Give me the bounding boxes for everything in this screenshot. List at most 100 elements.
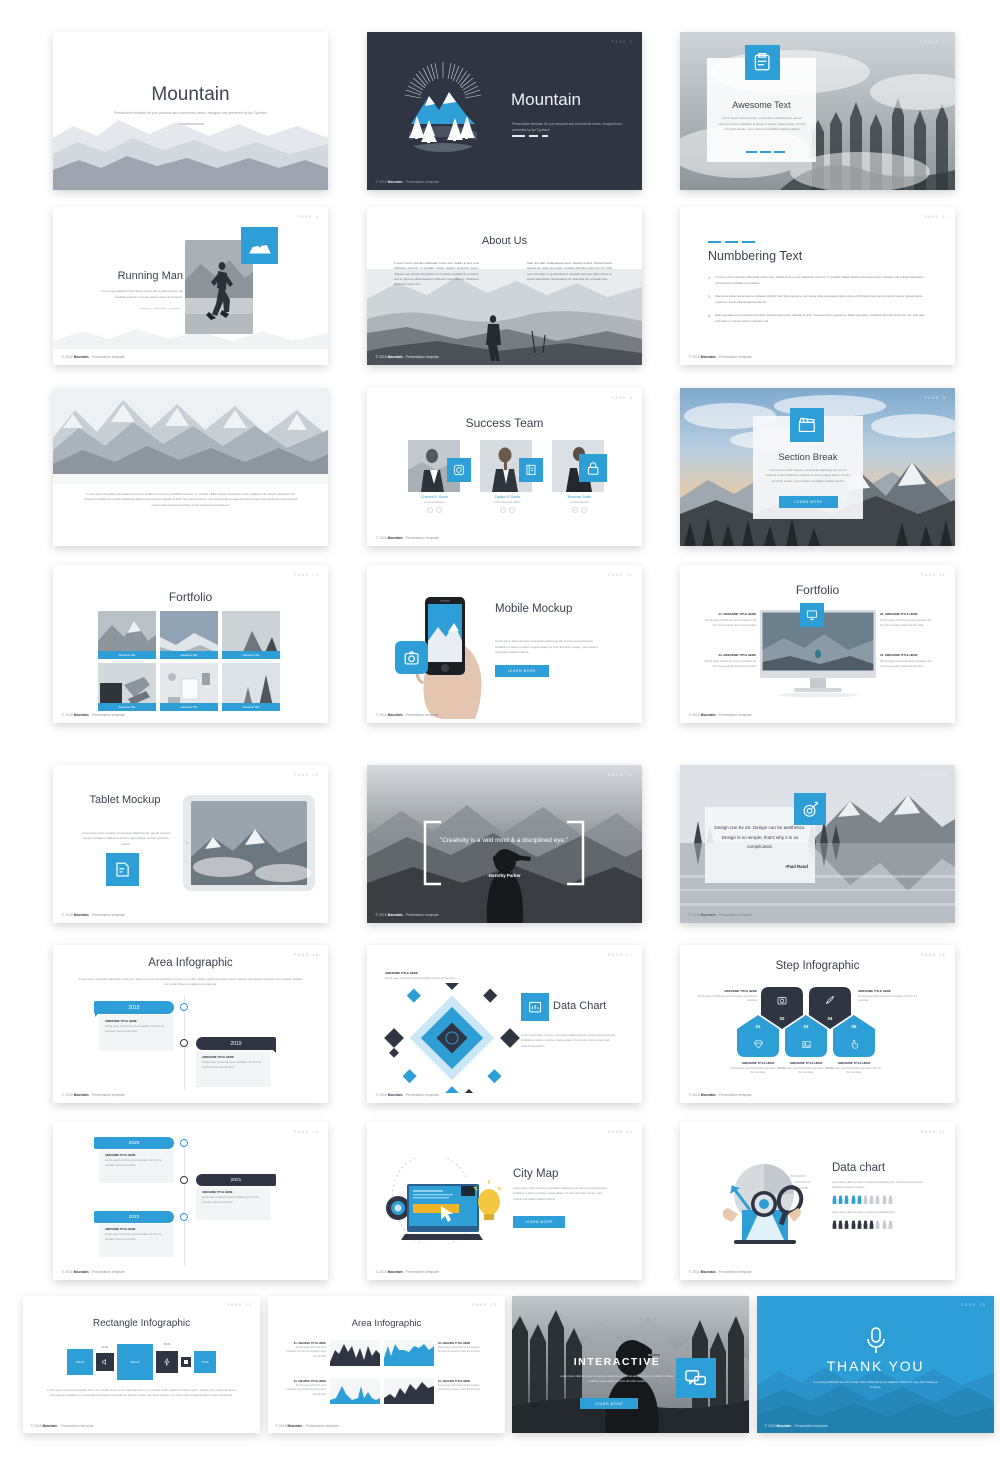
- page-indicator: PAGE 2: [611, 39, 634, 44]
- slide-data-chart-diamond[interactable]: PAGE 17 AWESOME TITLE HERE Far far away,…: [367, 945, 642, 1103]
- slide-snow-full-bleed[interactable]: In enim a arcu imperdiet malesuada. Fusc…: [53, 388, 328, 546]
- chart-block-4: 95.05: [156, 1343, 178, 1373]
- slide-numbering-text[interactable]: PAGE 6 Numbbering Text 1. In enim a arcu…: [680, 207, 955, 365]
- mountain-icon: [241, 227, 278, 264]
- twitter-icon[interactable]: t: [436, 506, 442, 513]
- slide-about-us[interactable]: About Us In enim a arcu imperdiet malesu…: [367, 207, 642, 365]
- list-item: Etiam egestas orci a erat Nulla quis dia…: [715, 314, 925, 323]
- slide-portfolio-grid[interactable]: PAGE 10 Fortfolio Awesome Title Awesome …: [53, 565, 328, 723]
- step-icon-01: [737, 1037, 779, 1055]
- chart-value-2: 60.30: [101, 1346, 109, 1349]
- slide-cover-light[interactable]: Mountain Presentation template for your …: [53, 32, 328, 190]
- analysis-illustration: [722, 1164, 810, 1244]
- people-row-2: [832, 1220, 893, 1229]
- slide-title: Mountain: [511, 90, 581, 109]
- timeline-tail: [272, 1049, 276, 1053]
- slide-step-infographic[interactable]: PAGE 18 Step Infographic 02 04 01 03 05 …: [680, 945, 955, 1103]
- slide-thank-you[interactable]: THANK YOU It is a long established fact …: [757, 1296, 994, 1433]
- facebook-icon[interactable]: f: [500, 506, 506, 513]
- slide-quote-paul[interactable]: Design can be art. Design can be aesthet…: [680, 765, 955, 923]
- portfolio-item[interactable]: Awesome Title: [98, 611, 156, 659]
- square-icon: [184, 1360, 188, 1364]
- pinterest-icon[interactable]: p: [581, 506, 587, 513]
- slide-footer: © 2018 Mountain - Presentation template: [61, 913, 125, 918]
- slide-title: THANK YOU: [826, 1358, 925, 1374]
- rectangle-chart: 130.34 60.30 250.21 95.05 75.26: [67, 1343, 216, 1380]
- slide-mobile-mockup[interactable]: PAGE 11 Mobile Mockup Lorem ipsum dolor …: [367, 565, 642, 723]
- slide-quote-dorothy[interactable]: "Creativity is a wild mind & a disciplin…: [367, 765, 642, 923]
- slide-tablet-mockup[interactable]: PAGE 13 Tablet Mockup Lorem ipsum dolor …: [53, 765, 328, 923]
- tablet-mockup: [183, 795, 315, 891]
- slide-interactive[interactable]: INTERACTIVE Lorem ipsum dolor sit amet, …: [512, 1296, 749, 1433]
- monitor-icon: [800, 603, 824, 627]
- slide-footer: © 2018 Mountain - Presentation template: [688, 1093, 752, 1098]
- list-number: 1.: [708, 275, 712, 280]
- mountain-emblem-icon: [404, 62, 482, 152]
- slide-footer: © 2018 Mountain - Presentation template: [61, 355, 125, 360]
- slide-city-map[interactable]: PAGE 20 City Map Lorem ipsum dolor sit a…: [367, 1122, 642, 1280]
- chart-block-3: 250.21: [117, 1344, 153, 1380]
- slide-footer: © 2018 Mountain - Presentation template: [61, 713, 125, 718]
- feature-title: 01. AWESOME TITLE HERE: [718, 612, 757, 616]
- timeline-axis: [184, 1136, 185, 1266]
- slide-title: Fortfolio: [168, 590, 213, 604]
- slide-footer: © 2018 Mountain - Presentation template: [275, 1424, 339, 1429]
- slide-rectangle-infographic[interactable]: PAGE 22 Rectangle Infographic 130.34 60.…: [23, 1296, 260, 1433]
- slide-title: Area Infographic: [351, 1318, 422, 1329]
- page-indicator: PAGE 25: [961, 1302, 987, 1307]
- slide-data-chart-people[interactable]: PAGE 21 Data chart Lorem ipsum dolor sit…: [680, 1122, 955, 1280]
- accent-dashes: [139, 308, 181, 310]
- card-body: Far far away, behind the word mountains,…: [105, 1233, 162, 1241]
- chart-label: 03. AMAZING TITLE HERE Far far away, beh…: [285, 1380, 326, 1396]
- slide-subtitle: Presentation template for your personal …: [113, 111, 268, 115]
- step-body: Far far away, behind the word mountains,…: [697, 994, 757, 1003]
- slide-footer: © 2018 Mountain - Presentation template: [375, 180, 439, 185]
- page-indicator: PAGE 6: [924, 214, 947, 219]
- portfolio-item[interactable]: Awesome Title: [222, 611, 280, 659]
- slide-body: Lorem ipsum dolor sit amet, consectetur …: [513, 1187, 608, 1201]
- timeline-year: 2019: [196, 1037, 276, 1050]
- team-member: Brennan Smith Creative Director in p: [542, 495, 617, 513]
- learn-more-button[interactable]: LEARN MORE: [580, 1398, 638, 1409]
- facebook-icon[interactable]: f: [427, 506, 433, 513]
- slide-area-infographic-b[interactable]: PAGE 19 2020 AWESOME TITLE HERE Far far …: [53, 1122, 328, 1280]
- accent-dashes: [708, 241, 755, 244]
- learn-more-button[interactable]: LEARN MORE: [513, 1216, 565, 1228]
- slide-running-man[interactable]: PAGE 4 Running Man It is a long establis…: [53, 207, 328, 365]
- twitter-icon[interactable]: t: [509, 506, 515, 513]
- timeline-node: [180, 1003, 188, 1011]
- portfolio-item[interactable]: Awesome Title: [160, 663, 218, 711]
- member-name: Charles R. Smith: [420, 495, 449, 499]
- page-indicator: PAGE 3: [924, 39, 947, 44]
- step-number-05: 05: [851, 1024, 857, 1029]
- slide-area-infographic-charts[interactable]: PAGE 23 Area Infographic 01. AMAZING TIT…: [268, 1296, 505, 1433]
- list-item: Maecenas aliquet accumsan leo. Aliquam i…: [715, 295, 923, 304]
- timeline-year: 2021: [196, 1174, 276, 1186]
- portfolio-item[interactable]: Awesome Title: [222, 663, 280, 711]
- learn-more-button[interactable]: LEARN MORE: [495, 665, 549, 677]
- portfolio-item[interactable]: Awesome Title: [98, 663, 156, 711]
- team-member: Charles R. Smith General Manager f t: [397, 495, 472, 513]
- portfolio-caption: Awesome Title: [160, 651, 218, 659]
- slide-body: Lorem ipsum dolor sit amet, consectetur …: [495, 639, 598, 655]
- chart-block-1: 130.34: [67, 1349, 93, 1375]
- book-icon: [519, 458, 543, 482]
- slide-title: Step Infographic: [775, 960, 860, 972]
- page-indicator: PAGE 15: [921, 772, 947, 777]
- area-chart-1: [330, 1340, 380, 1366]
- chart-block-6: 75.26: [194, 1351, 216, 1373]
- slide-area-infographic-a[interactable]: PAGE 16 Area Infographic In enim a arcu …: [53, 945, 328, 1103]
- slide-portfolio-monitor[interactable]: PAGE 12 Fortfolio 01. AWESOME TITLE HERE…: [680, 565, 955, 723]
- slide-awesome-text[interactable]: Awesome Text Lorem ipsum dolor sit amet,…: [680, 32, 955, 190]
- slide-success-team[interactable]: PAGE 8 Success Team Charles R. Smith Gen…: [367, 388, 642, 546]
- slide-cover-dark[interactable]: PAGE 2 Mountain Presentation template fo…: [367, 32, 642, 190]
- city-map-illustration: [386, 1158, 501, 1244]
- camera-icon: [395, 641, 428, 674]
- card-title: AWESOME TITLE HERE: [105, 1154, 136, 1157]
- page-indicator: PAGE 19: [294, 1129, 320, 1134]
- learn-more-button[interactable]: LEARN MORE: [779, 496, 838, 508]
- slide-body-1: Lorem ipsum dolor sit amet, consectetur …: [832, 1181, 923, 1190]
- slide-section-break[interactable]: Section Break Lorem ipsum dolor sit amet…: [680, 388, 955, 546]
- instagram-icon[interactable]: in: [572, 506, 578, 513]
- portfolio-item[interactable]: Awesome Title: [160, 611, 218, 659]
